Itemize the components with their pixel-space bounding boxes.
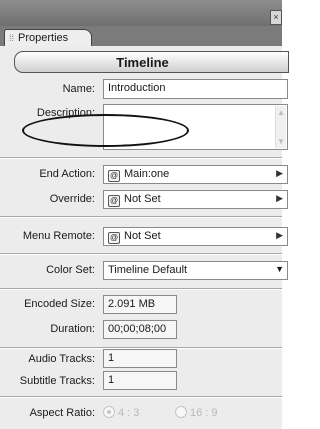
aspect-ratio-option: 4 : 3 (118, 407, 140, 419)
right-arrow-icon[interactable]: ▶ (276, 230, 283, 241)
close-icon[interactable]: × (270, 10, 282, 25)
tab-label: Properties (18, 32, 69, 44)
color-set-value: Timeline Default (108, 264, 188, 276)
name-field[interactable]: Introduction (103, 79, 288, 99)
radio-unselected-icon (175, 406, 187, 418)
override-value: Not Set (124, 193, 161, 205)
menu-remote-label: Menu Remote: (22, 230, 95, 242)
scroll-up-icon[interactable]: ▲ (276, 108, 286, 117)
divider (0, 288, 282, 290)
audio-tracks-value: 1 (103, 349, 177, 368)
tab-strip: ⁞⁞ Properties (0, 26, 282, 46)
properties-panel: Timeline Name: Introduction Description:… (0, 46, 289, 429)
encoded-size-label: Encoded Size: (24, 298, 95, 310)
right-arrow-icon[interactable]: ▶ (276, 193, 283, 204)
color-set-label: Color Set: (46, 264, 95, 276)
subtitle-tracks-label: Subtitle Tracks: (19, 375, 95, 387)
divider (0, 157, 282, 159)
annotation-ellipse (22, 114, 189, 147)
end-action-value: Main:one (124, 168, 170, 180)
description-scrollbar[interactable]: ▲ ▼ (275, 106, 286, 148)
panel-title: Timeline (116, 55, 169, 70)
end-action-field[interactable]: @ Main:one ▶ (103, 165, 288, 184)
aspect-ratio-16-9-radio[interactable]: 16 : 9 (175, 406, 218, 419)
grip-icon: ⁞⁞ (9, 33, 15, 43)
menu-remote-field[interactable]: @ Not Set ▶ (103, 227, 288, 246)
duration-label: Duration: (50, 323, 95, 335)
window-title-bar: × (0, 0, 282, 26)
radio-selected-icon (103, 406, 115, 418)
color-set-select[interactable]: Timeline Default ▼ (103, 261, 288, 280)
override-field[interactable]: @ Not Set ▶ (103, 190, 288, 209)
menu-remote-value: Not Set (124, 230, 161, 242)
encoded-size-value: 2.091 MB (103, 295, 177, 314)
end-action-label: End Action: (39, 168, 95, 180)
link-icon[interactable]: @ (108, 232, 120, 244)
name-label: Name: (62, 83, 95, 95)
subtitle-tracks-value: 1 (103, 371, 177, 390)
link-icon[interactable]: @ (108, 195, 120, 207)
override-label: Override: (49, 193, 95, 205)
panel-header: Timeline (14, 51, 289, 73)
divider (0, 396, 282, 398)
divider (0, 253, 282, 255)
aspect-ratio-4-3-radio[interactable]: 4 : 3 (103, 406, 139, 419)
duration-value: 00;00;08;00 (103, 320, 177, 339)
audio-tracks-label: Audio Tracks: (28, 353, 95, 365)
link-icon[interactable]: @ (108, 170, 120, 182)
aspect-ratio-label: Aspect Ratio: (29, 407, 95, 419)
scroll-down-icon[interactable]: ▼ (276, 137, 286, 146)
tab-properties[interactable]: ⁞⁞ Properties (4, 29, 92, 46)
divider (0, 216, 282, 218)
aspect-ratio-option: 16 : 9 (190, 407, 218, 419)
chevron-down-icon[interactable]: ▼ (275, 264, 284, 274)
right-arrow-icon[interactable]: ▶ (276, 168, 283, 179)
